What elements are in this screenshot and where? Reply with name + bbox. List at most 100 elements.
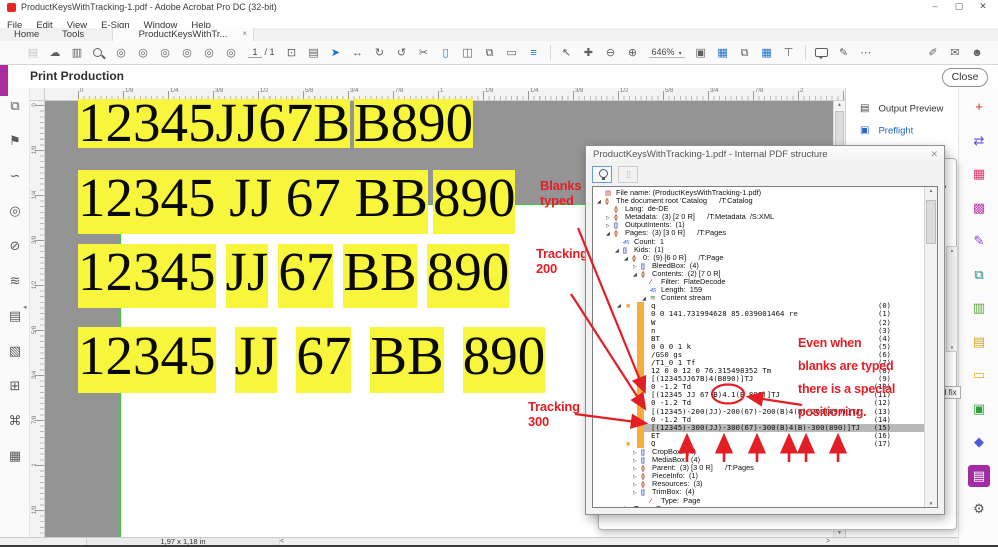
page-back-icon[interactable]: ◎: [198, 44, 220, 62]
pdf-text-line: 12345JJ67BB890: [78, 327, 564, 393]
tab-close-icon[interactable]: ×: [242, 29, 247, 38]
protect-tool-icon[interactable]: ▤: [968, 331, 990, 353]
scroll-down-icon[interactable]: ▼: [925, 501, 937, 506]
pen-icon[interactable]: ✎: [833, 44, 855, 62]
tree-row[interactable]: Q(17): [593, 440, 937, 448]
preflight-item[interactable]: ▣ Preflight: [860, 122, 913, 138]
organize-pages-tool-icon[interactable]: ⧉: [968, 264, 990, 286]
page-forward-icon[interactable]: ◎: [220, 44, 242, 62]
active-tool-accent: [0, 65, 8, 96]
syntax-highlight-icon[interactable]: [592, 166, 612, 183]
two-page-view-icon[interactable]: ⧉: [479, 44, 501, 62]
tree-row[interactable]: ▷PieceInfo: (1): [593, 472, 937, 480]
last-page-icon[interactable]: ◎: [176, 44, 198, 62]
fit-width-icon[interactable]: ▦: [712, 44, 734, 62]
save-icon[interactable]: ▤: [22, 44, 44, 62]
close-tool-button[interactable]: Close: [942, 68, 988, 87]
create-pdf-tool-icon[interactable]: +: [968, 96, 990, 118]
tree-row[interactable]: ▷BleedBox: (4): [593, 262, 937, 270]
structure-panel-icon[interactable]: ⌘: [0, 403, 30, 438]
select-tool-icon[interactable]: ↖: [556, 44, 578, 62]
order-panel-icon[interactable]: ▧: [0, 333, 30, 368]
more-tools-icon[interactable]: ⋯: [855, 44, 877, 62]
crop-icon[interactable]: ✂: [413, 44, 435, 62]
comment-tool-icon[interactable]: ▭: [968, 364, 990, 386]
fit-page-icon[interactable]: ▣: [690, 44, 712, 62]
menu-bar: FileEditViewE-SignWindowHelp: [0, 15, 998, 28]
minimize-button[interactable]: –: [924, 1, 946, 11]
first-page-icon[interactable]: ◎: [110, 44, 132, 62]
find-icon[interactable]: [88, 44, 110, 62]
tree-row[interactable]: Type: Pages: [593, 505, 937, 508]
select-object-icon[interactable]: ➤: [325, 44, 347, 62]
dialog-title-bar[interactable]: ProductKeysWithTracking-1.pdf - Internal…: [586, 146, 944, 163]
scroll-up-icon[interactable]: ▲: [834, 102, 845, 108]
reading-mode-icon[interactable]: ≡: [523, 44, 545, 62]
tab-document[interactable]: ProductKeysWithTr... ×: [112, 28, 254, 42]
output-preview-item[interactable]: ▤ Output Preview: [860, 100, 943, 116]
rotate-cw-icon[interactable]: ↻: [369, 44, 391, 62]
print-tool-icon[interactable]: ▣: [968, 398, 990, 420]
tree-row[interactable]: ▷Resources: (3): [593, 480, 937, 488]
next-view-icon[interactable]: ◎: [154, 44, 176, 62]
send-person-icon[interactable]: ☻: [966, 44, 988, 62]
share-icon[interactable]: ☁: [44, 44, 66, 62]
tree-row[interactable]: Length: 159: [593, 286, 937, 294]
page-info-icon[interactable]: ▤: [303, 44, 325, 62]
tree-row-text: [(12345)-300(JJ)-300(67)-300(B)4(B)-300(…: [651, 423, 860, 432]
scrollbar-thumb[interactable]: [926, 200, 936, 244]
share-review-icon[interactable]: ✐: [922, 44, 944, 62]
tree-row[interactable]: Filter: FlateDecode: [593, 278, 937, 286]
vertical-ruler[interactable]: 01/81/43/81/25/83/47/811/8: [30, 101, 45, 537]
tab-home[interactable]: Home: [14, 28, 39, 40]
split-view-icon[interactable]: ◫: [457, 44, 479, 62]
tree-row[interactable]: ◢0: (9) [6 0 R] /T:Page: [593, 254, 937, 262]
tags-panel-icon[interactable]: ⊞: [0, 368, 30, 403]
tree-row[interactable]: ▷Parent: (3) [3 0 R] /T:Pages: [593, 464, 937, 472]
resize-icon[interactable]: ↔: [347, 44, 369, 62]
zoom-level-dropdown[interactable]: 646%▾: [649, 47, 685, 58]
scroll-down-icon[interactable]: ▼: [834, 530, 845, 536]
expander-icon[interactable]: ◢: [617, 302, 625, 310]
attachments-panel-icon[interactable]: ∽: [0, 158, 30, 193]
comment-bubble-icon[interactable]: [811, 44, 833, 62]
combine-files-tool-icon[interactable]: ▩: [968, 197, 990, 219]
output-panel-icon[interactable]: ▦: [0, 438, 30, 473]
zoom-in-icon[interactable]: ⊕: [622, 44, 644, 62]
collapse-panel-icon[interactable]: ◂: [23, 303, 27, 311]
previous-view-icon[interactable]: ◎: [132, 44, 154, 62]
shield-tool-icon[interactable]: ◆: [968, 431, 990, 453]
edit-pdf-tool-icon[interactable]: ▦: [968, 163, 990, 185]
print-production-tool-icon[interactable]: ▤: [968, 465, 990, 487]
bookmarks-panel-icon[interactable]: ⚑: [0, 123, 30, 158]
close-window-button[interactable]: ✕: [972, 1, 994, 12]
tree-row[interactable]: ▷CropBox: (4): [593, 448, 937, 456]
rotate-ccw-icon[interactable]: ↺: [391, 44, 413, 62]
presentation-icon[interactable]: ⊤: [778, 44, 800, 62]
content-panel-icon[interactable]: ≋: [0, 263, 30, 298]
fill-sign-tool-icon[interactable]: ✎: [968, 230, 990, 252]
export-pdf-tool-icon[interactable]: ⇄: [968, 130, 990, 152]
zoom-presets-icon[interactable]: ▦: [756, 44, 778, 62]
insert-page-icon[interactable]: ▯: [435, 44, 457, 62]
more-tools-icon[interactable]: ⚙: [968, 498, 990, 520]
tree-row[interactable]: ▷TrimBox: (4): [593, 488, 937, 496]
tree-row[interactable]: ▷MediaBox: (4): [593, 456, 937, 464]
email-icon[interactable]: ✉: [944, 44, 966, 62]
hand-tool-icon[interactable]: ✚: [578, 44, 600, 62]
destinations-panel-icon[interactable]: ◎: [0, 193, 30, 228]
print-icon[interactable]: ▥: [66, 44, 88, 62]
page-number-input[interactable]: 1: [248, 47, 262, 58]
tree-row[interactable]: ◢Contents: (2) [7 0 R]: [593, 270, 937, 278]
zoom-out-icon[interactable]: ⊖: [600, 44, 622, 62]
tab-tools[interactable]: Tools: [62, 28, 84, 40]
monitor-icon[interactable]: ▭: [501, 44, 523, 62]
fit-window-icon[interactable]: ⧉: [734, 44, 756, 62]
scroll-up-icon[interactable]: ▲: [925, 188, 937, 193]
dialog-close-icon[interactable]: ✕: [930, 146, 938, 163]
layers-panel-icon[interactable]: ⊘: [0, 228, 30, 263]
maximize-button[interactable]: ▢: [948, 1, 970, 12]
page-number-field[interactable]: 1 / 1: [248, 47, 275, 58]
scan-ocr-tool-icon[interactable]: ▥: [968, 297, 990, 319]
marquee-zoom-icon[interactable]: ⊡: [281, 44, 303, 62]
